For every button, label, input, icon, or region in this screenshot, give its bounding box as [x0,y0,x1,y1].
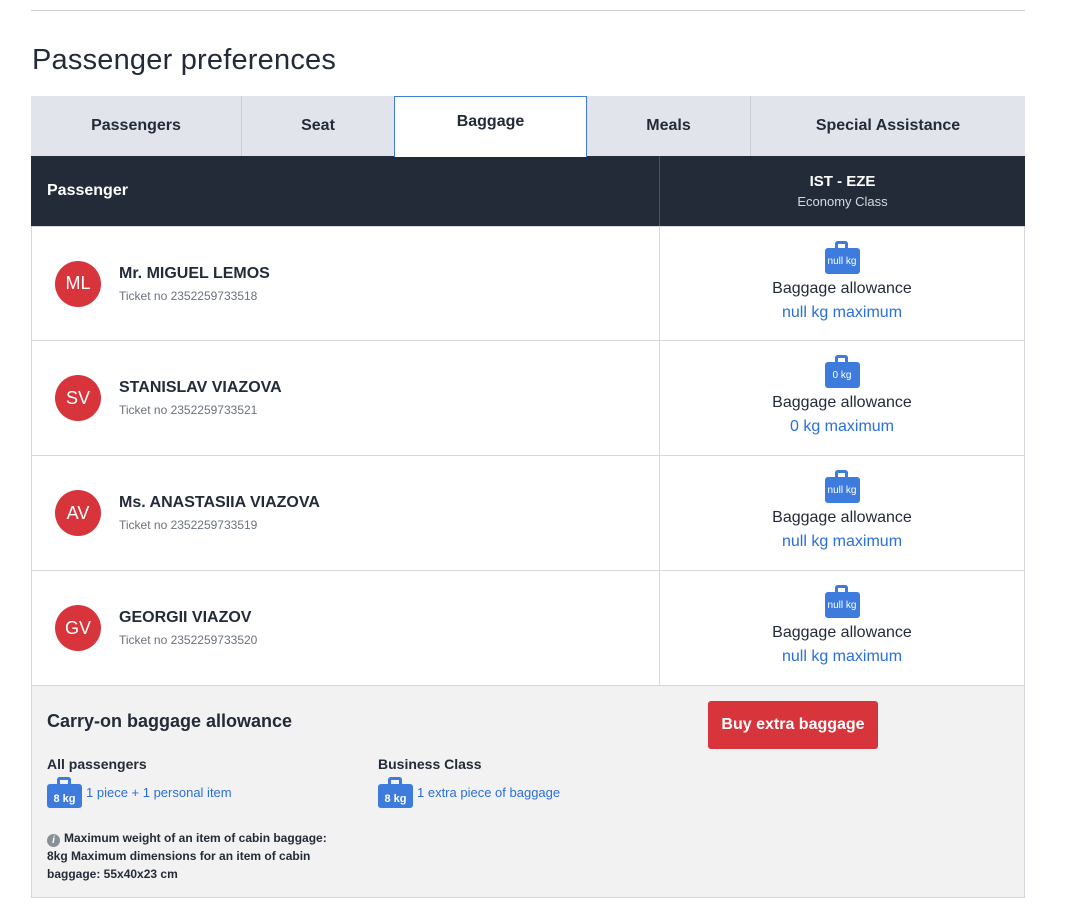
business-class-item: 8 kg 1 extra piece of baggage [378,777,560,808]
suitcase-icon: 8 kg [378,777,413,808]
carry-on-section: Carry-on baggage allowance Buy extra bag… [31,686,1025,898]
suitcase-icon: 0 kg [824,355,860,388]
table-row: GV GEORGII VIAZOV Ticket no 235225973352… [31,571,1025,686]
page-title: Passenger preferences [32,44,337,76]
baggage-cell: null kg Baggage allowance null kg maximu… [660,227,1024,340]
tab-seat[interactable]: Seat [242,96,394,156]
passenger-info: Ms. ANASTASIIA VIAZOVA Ticket no 2352259… [119,494,320,532]
buy-extra-baggage-button[interactable]: Buy extra baggage [708,701,878,749]
suitcase-icon: null kg [824,585,860,618]
table-row: ML Mr. MIGUEL LEMOS Ticket no 2352259733… [31,226,1025,341]
tab-baggage[interactable]: Baggage [394,96,587,157]
ticket-number: Ticket no 2352259733519 [119,518,258,532]
route-label: IST - EZE [809,173,876,190]
baggage-cell: 0 kg Baggage allowance 0 kg maximum [660,341,1024,455]
bag-weight-label: null kg [824,477,860,503]
tab-passengers[interactable]: Passengers [31,96,242,156]
passenger-cell: SV STANISLAV VIAZOVA Ticket no 235225973… [32,341,660,455]
table-header: Passenger IST - EZE Economy Class [31,156,1025,226]
bag-weight-label: 8 kg [47,784,82,808]
passenger-name: Mr. MIGUEL LEMOS [119,264,270,282]
all-passengers-allowance-link[interactable]: 1 piece + 1 personal item [86,785,232,800]
ticket-number: Ticket no 2352259733520 [119,633,258,647]
table-row: AV Ms. ANASTASIIA VIAZOVA Ticket no 2352… [31,456,1025,571]
preferences-panel: Passengers Seat Baggage Meals Special As… [31,96,1025,898]
ticket-number: Ticket no 2352259733518 [119,288,258,303]
passenger-name: STANISLAV VIAZOVA [119,379,282,396]
passenger-info: STANISLAV VIAZOVA Ticket no 235225973352… [119,379,282,417]
avatar: SV [55,375,101,421]
top-divider [31,10,1025,11]
all-passengers-title: All passengers [47,756,147,772]
carry-on-title: Carry-on baggage allowance [47,711,293,731]
suitcase-icon: null kg [824,470,860,503]
tab-special-assistance[interactable]: Special Assistance [751,96,1025,156]
baggage-allowance-link[interactable]: null kg maximum [782,304,902,322]
passenger-cell: ML Mr. MIGUEL LEMOS Ticket no 2352259733… [32,227,660,340]
passenger-cell: GV GEORGII VIAZOV Ticket no 235225973352… [32,571,660,685]
baggage-allowance-label: Baggage allowance [772,509,912,526]
cabin-baggage-note: i Maximum weight of an item of cabin bagg… [47,829,337,883]
tab-bar: Passengers Seat Baggage Meals Special As… [31,96,1025,157]
ticket-number: Ticket no 2352259733521 [119,403,258,417]
baggage-allowance-link[interactable]: null kg maximum [782,533,902,551]
passenger-list: ML Mr. MIGUEL LEMOS Ticket no 2352259733… [31,226,1025,686]
baggage-allowance-label: Baggage allowance [772,624,912,641]
avatar: ML [55,260,101,307]
route-column-header: IST - EZE Economy Class [660,156,1025,226]
info-icon: i [47,834,60,847]
business-class-title: Business Class [378,756,482,772]
cabin-class-label: Economy Class [797,194,888,209]
all-passengers-item: 8 kg 1 piece + 1 personal item [47,777,232,808]
passenger-name: Ms. ANASTASIIA VIAZOVA [119,494,320,511]
passenger-cell: AV Ms. ANASTASIIA VIAZOVA Ticket no 2352… [32,456,660,570]
table-row: SV STANISLAV VIAZOVA Ticket no 235225973… [31,341,1025,456]
passenger-info: Mr. MIGUEL LEMOS Ticket no 2352259733518 [119,265,270,303]
bag-weight-label: 0 kg [824,362,860,388]
avatar: GV [55,605,101,651]
baggage-cell: null kg Baggage allowance null kg maximu… [660,571,1024,685]
bag-weight-label: null kg [824,592,860,618]
bag-weight-label: 8 kg [378,784,413,808]
bag-weight-label: null kg [824,248,860,274]
cabin-baggage-note-text: Maximum weight of an item of cabin bagga… [47,831,327,881]
passenger-column-header: Passenger [31,156,660,226]
baggage-allowance-label: Baggage allowance [772,280,912,297]
baggage-allowance-link[interactable]: null kg maximum [782,648,902,666]
suitcase-icon: 8 kg [47,777,82,808]
avatar: AV [55,490,101,536]
baggage-allowance-label: Baggage allowance [772,394,912,411]
tab-meals[interactable]: Meals [587,96,751,156]
passenger-info: GEORGII VIAZOV Ticket no 2352259733520 [119,609,257,647]
passenger-name: GEORGII VIAZOV [119,609,252,626]
baggage-allowance-link[interactable]: 0 kg maximum [790,418,894,436]
business-class-allowance-link[interactable]: 1 extra piece of baggage [417,785,560,800]
baggage-cell: null kg Baggage allowance null kg maximu… [660,456,1024,570]
suitcase-icon: null kg [824,241,860,274]
